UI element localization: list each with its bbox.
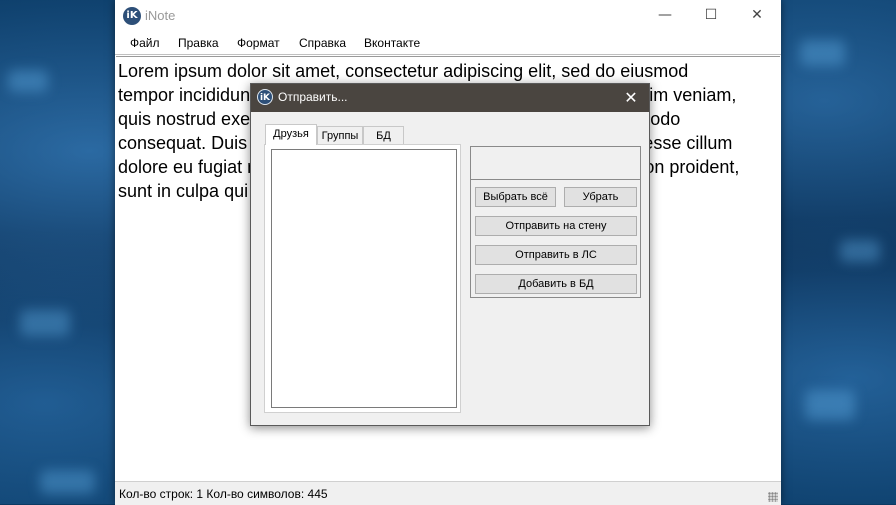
bokeh-light (40, 470, 95, 494)
dialog-title-bar[interactable]: iK Отправить... ✕ (251, 84, 649, 112)
dialog-app-icon: iK (257, 89, 273, 105)
status-bar: Кол-во строк: 1 Кол-во символов: 445 (115, 481, 781, 505)
menu-bar: Файл Правка Формат Справка Вконтакте (115, 32, 781, 55)
menu-file[interactable]: Файл (130, 36, 160, 50)
dialog-close-button[interactable]: ✕ (619, 87, 643, 109)
send-dialog: iK Отправить... ✕ Друзья Группы БД Выбра… (250, 83, 650, 426)
tab-db[interactable]: БД (363, 126, 404, 144)
app-icon: iK (123, 7, 141, 25)
tab-panel-friends (264, 144, 461, 413)
post-to-wall-button[interactable]: Отправить на стену (475, 216, 637, 236)
actions-group: Выбрать всё Убрать Отправить на стену От… (470, 146, 641, 298)
dialog-title: Отправить... (278, 90, 348, 104)
send-message-button[interactable]: Отправить в ЛС (475, 245, 637, 265)
editor-line: Lorem ipsum dolor sit amet, consectetur … (118, 61, 689, 81)
menu-edit[interactable]: Правка (178, 36, 219, 50)
bokeh-light (840, 240, 880, 262)
resize-grip-icon[interactable] (768, 492, 778, 502)
bokeh-light (20, 310, 70, 336)
menu-vkontakte[interactable]: Вконтакте (364, 36, 420, 50)
bokeh-light (8, 70, 48, 92)
window-title: iNote (145, 8, 176, 23)
bokeh-light (800, 40, 845, 66)
select-all-button[interactable]: Выбрать всё (475, 187, 556, 207)
title-bar[interactable]: iK iNote — ☐ ✕ (115, 0, 781, 32)
friends-list[interactable] (271, 149, 457, 408)
menu-format[interactable]: Формат (237, 36, 280, 50)
tab-friends[interactable]: Друзья (265, 124, 317, 145)
add-to-db-button[interactable]: Добавить в БД (475, 274, 637, 294)
maximize-button[interactable]: ☐ (688, 0, 734, 32)
minimize-button[interactable]: — (642, 0, 688, 32)
tab-groups[interactable]: Группы (317, 126, 363, 144)
remove-button[interactable]: Убрать (564, 187, 637, 207)
status-counts: Кол-во строк: 1 Кол-во символов: 445 (119, 487, 328, 501)
selection-textbox[interactable] (471, 147, 640, 180)
bokeh-light (805, 390, 855, 420)
menu-help[interactable]: Справка (299, 36, 346, 50)
close-button[interactable]: ✕ (734, 0, 780, 32)
